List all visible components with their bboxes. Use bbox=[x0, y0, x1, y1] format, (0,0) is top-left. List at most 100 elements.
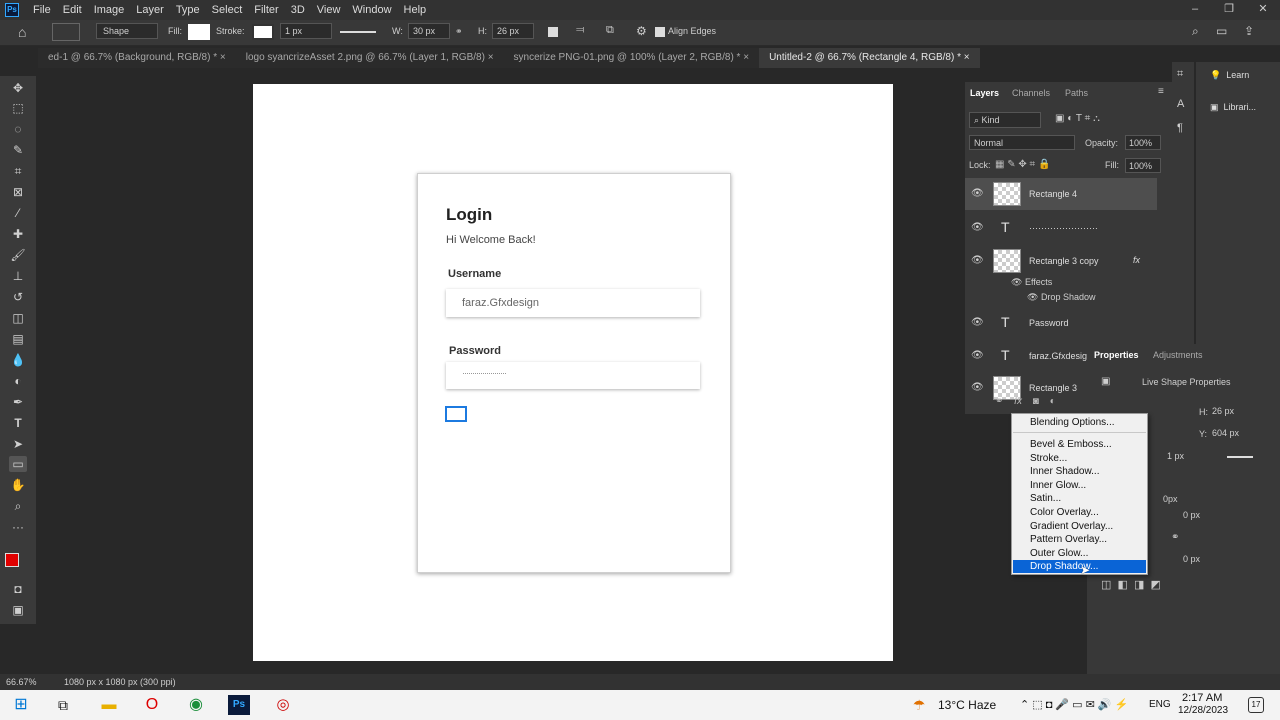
gradient-tool-icon[interactable]: ▤ bbox=[9, 331, 27, 347]
menu-item-outer-glow[interactable]: Outer Glow... bbox=[1013, 547, 1146, 560]
stroke-swatch[interactable] bbox=[252, 24, 274, 40]
stroke-width-field[interactable]: 1 px bbox=[280, 23, 332, 39]
search-icon[interactable]: ⌕ bbox=[1192, 24, 1199, 39]
eye-icon[interactable]: 👁 bbox=[971, 222, 984, 233]
tab-channels[interactable]: Channels bbox=[1012, 88, 1050, 98]
layer-row[interactable]: 👁 Rectangle 3 copy fx bbox=[965, 245, 1157, 277]
link-layers-icon[interactable]: ⚭ bbox=[995, 396, 1003, 407]
character-icon[interactable]: A bbox=[1177, 98, 1184, 110]
menu-item-satin[interactable]: Satin... bbox=[1013, 492, 1146, 505]
screen-mode-icon[interactable]: ▣ bbox=[9, 602, 27, 618]
width-field[interactable]: 30 px bbox=[408, 23, 450, 39]
layer-row[interactable]: 👁 T ······················· bbox=[965, 212, 1157, 244]
stroke-type-picker[interactable] bbox=[340, 31, 376, 33]
fx-icon[interactable]: fx bbox=[1014, 396, 1022, 407]
path-alignment-icon[interactable]: ⫤ bbox=[576, 24, 584, 37]
workspace-icon[interactable]: ▭ bbox=[1216, 24, 1227, 38]
tray-icons[interactable]: ⌃ ⬚ ◘ 🎤 ▭ ✉ 🔊 ⚡ bbox=[1020, 698, 1128, 711]
close-icon[interactable]: × bbox=[964, 52, 970, 63]
marquee-tool-icon[interactable]: ⬚ bbox=[9, 100, 27, 116]
history-icon[interactable]: ⌗ bbox=[1177, 68, 1183, 81]
panel-menu-icon[interactable]: ≡ bbox=[1158, 86, 1164, 97]
filter-icons[interactable]: ▣ ◐ T ⌗ ⛬ bbox=[1055, 113, 1100, 124]
share-icon[interactable]: ⇪ bbox=[1244, 24, 1254, 38]
stroke-width-value[interactable]: 1 px bbox=[1167, 451, 1184, 461]
path-arrangement-icon[interactable]: ⧉ bbox=[606, 24, 614, 37]
eraser-tool-icon[interactable]: ◫ bbox=[9, 310, 27, 326]
tab-layers[interactable]: Layers bbox=[970, 88, 999, 98]
windows-start-icon[interactable]: ⊞ bbox=[10, 695, 32, 715]
fill-swatch[interactable] bbox=[188, 24, 210, 40]
corner-radius-field[interactable]: 0 px bbox=[1183, 554, 1200, 564]
drop-shadow-effect-row[interactable]: 👁 Drop Shadow bbox=[1027, 292, 1095, 303]
menu-item-pattern-overlay[interactable]: Pattern Overlay... bbox=[1013, 533, 1146, 546]
eye-icon[interactable]: 👁 bbox=[971, 188, 984, 199]
fill-field[interactable]: 100% bbox=[1125, 158, 1161, 173]
tool-preset-picker[interactable] bbox=[52, 23, 80, 41]
notification-icon[interactable]: 17 bbox=[1248, 697, 1264, 713]
doc-tab-active[interactable]: Untitled-2 @ 66.7% (Rectangle 4, RGB/8) … bbox=[759, 48, 980, 68]
menu-item-inner-glow[interactable]: Inner Glow... bbox=[1013, 479, 1146, 492]
fx-badge[interactable]: fx bbox=[1133, 255, 1140, 265]
eye-icon[interactable]: 👁 bbox=[971, 317, 984, 328]
weather-text[interactable]: 13°C Haze bbox=[938, 698, 996, 712]
eye-icon[interactable]: 👁 bbox=[971, 350, 984, 361]
opera-icon[interactable]: O bbox=[141, 695, 163, 715]
path-operations-icon[interactable] bbox=[548, 27, 558, 37]
close-icon[interactable]: ✕ bbox=[1246, 0, 1280, 20]
close-icon[interactable]: × bbox=[743, 52, 749, 63]
foreground-color-swatch[interactable] bbox=[5, 553, 19, 567]
tab-adjustments[interactable]: Adjustments bbox=[1153, 350, 1203, 360]
doc-tab[interactable]: ed-1 @ 66.7% (Background, RGB/8) * × bbox=[38, 48, 236, 68]
link-icon[interactable]: ⚭ bbox=[455, 26, 463, 37]
path-ops-icons[interactable]: ◫ ◧ ◨ ◩ bbox=[1101, 578, 1161, 591]
frame-tool-icon[interactable]: ⊠ bbox=[9, 184, 27, 200]
minimize-icon[interactable]: – bbox=[1178, 0, 1212, 20]
task-view-icon[interactable]: ⧉ bbox=[52, 695, 74, 715]
menu-view[interactable]: View bbox=[311, 4, 347, 16]
history-brush-tool-icon[interactable]: ↺ bbox=[9, 289, 27, 305]
menu-file[interactable]: File bbox=[27, 4, 57, 16]
dodge-tool-icon[interactable]: ◐ bbox=[9, 373, 27, 389]
adjustment-icon[interactable]: ◐ bbox=[1050, 396, 1056, 407]
menu-item-bevel-emboss[interactable]: Bevel & Emboss... bbox=[1013, 438, 1146, 451]
layer-filter-select[interactable]: ⌕ Kind bbox=[969, 112, 1041, 128]
mask-icon[interactable]: ◙ bbox=[1033, 396, 1039, 407]
corner-radius-field[interactable]: 0 px bbox=[1183, 510, 1200, 520]
menu-3d[interactable]: 3D bbox=[285, 4, 311, 16]
lock-icons[interactable]: ▦ ✎ ✥ ⌗ 🔒 bbox=[995, 159, 1050, 170]
clock-date[interactable]: 12/28/2023 bbox=[1178, 705, 1228, 716]
mode-select[interactable]: Shape bbox=[96, 23, 158, 39]
tab-properties[interactable]: Properties bbox=[1094, 350, 1139, 360]
menu-help[interactable]: Help bbox=[398, 4, 433, 16]
rectangle-tool-icon[interactable]: ▭ bbox=[9, 456, 27, 472]
close-icon[interactable]: × bbox=[220, 52, 226, 63]
clock-time[interactable]: 2:17 AM bbox=[1182, 692, 1222, 704]
align-edges-checkbox[interactable] bbox=[655, 27, 665, 37]
menu-window[interactable]: Window bbox=[346, 4, 397, 16]
restore-icon[interactable]: ❐ bbox=[1212, 0, 1246, 20]
height-field[interactable]: 26 px bbox=[492, 23, 534, 39]
zoom-tool-icon[interactable]: ⌕ bbox=[9, 498, 27, 514]
file-explorer-icon[interactable]: ▬ bbox=[98, 695, 120, 715]
link-corners-icon[interactable]: ⚭ bbox=[1171, 532, 1179, 543]
learn-item[interactable]: 💡 Learn bbox=[1210, 70, 1249, 81]
menu-item-inner-shadow[interactable]: Inner Shadow... bbox=[1013, 465, 1146, 478]
recorder-icon[interactable]: ◎ bbox=[272, 695, 294, 715]
crop-tool-icon[interactable]: ⌗ bbox=[9, 163, 27, 179]
stroke-style-preview[interactable] bbox=[1227, 456, 1253, 458]
eye-icon[interactable]: 👁 bbox=[971, 382, 984, 393]
height-value[interactable]: 26 px bbox=[1212, 406, 1234, 416]
document-info[interactable]: 1080 px x 1080 px (300 ppi) bbox=[64, 677, 176, 687]
menu-image[interactable]: Image bbox=[88, 4, 131, 16]
libraries-item[interactable]: ▣ Librari... bbox=[1210, 102, 1256, 113]
opacity-field[interactable]: 100% bbox=[1125, 135, 1161, 150]
eye-icon[interactable]: 👁 bbox=[971, 255, 984, 266]
gear-icon[interactable]: ⚙ bbox=[636, 24, 647, 38]
move-tool-icon[interactable]: ✥ bbox=[9, 80, 27, 96]
layer-row-selected[interactable]: 👁 Rectangle 4 bbox=[965, 178, 1157, 210]
menu-item-blending-options[interactable]: Blending Options... bbox=[1013, 416, 1146, 429]
menu-item-gradient-overlay[interactable]: Gradient Overlay... bbox=[1013, 520, 1146, 533]
menu-item-stroke[interactable]: Stroke... bbox=[1013, 452, 1146, 465]
zoom-level[interactable]: 66.67% bbox=[6, 677, 37, 687]
